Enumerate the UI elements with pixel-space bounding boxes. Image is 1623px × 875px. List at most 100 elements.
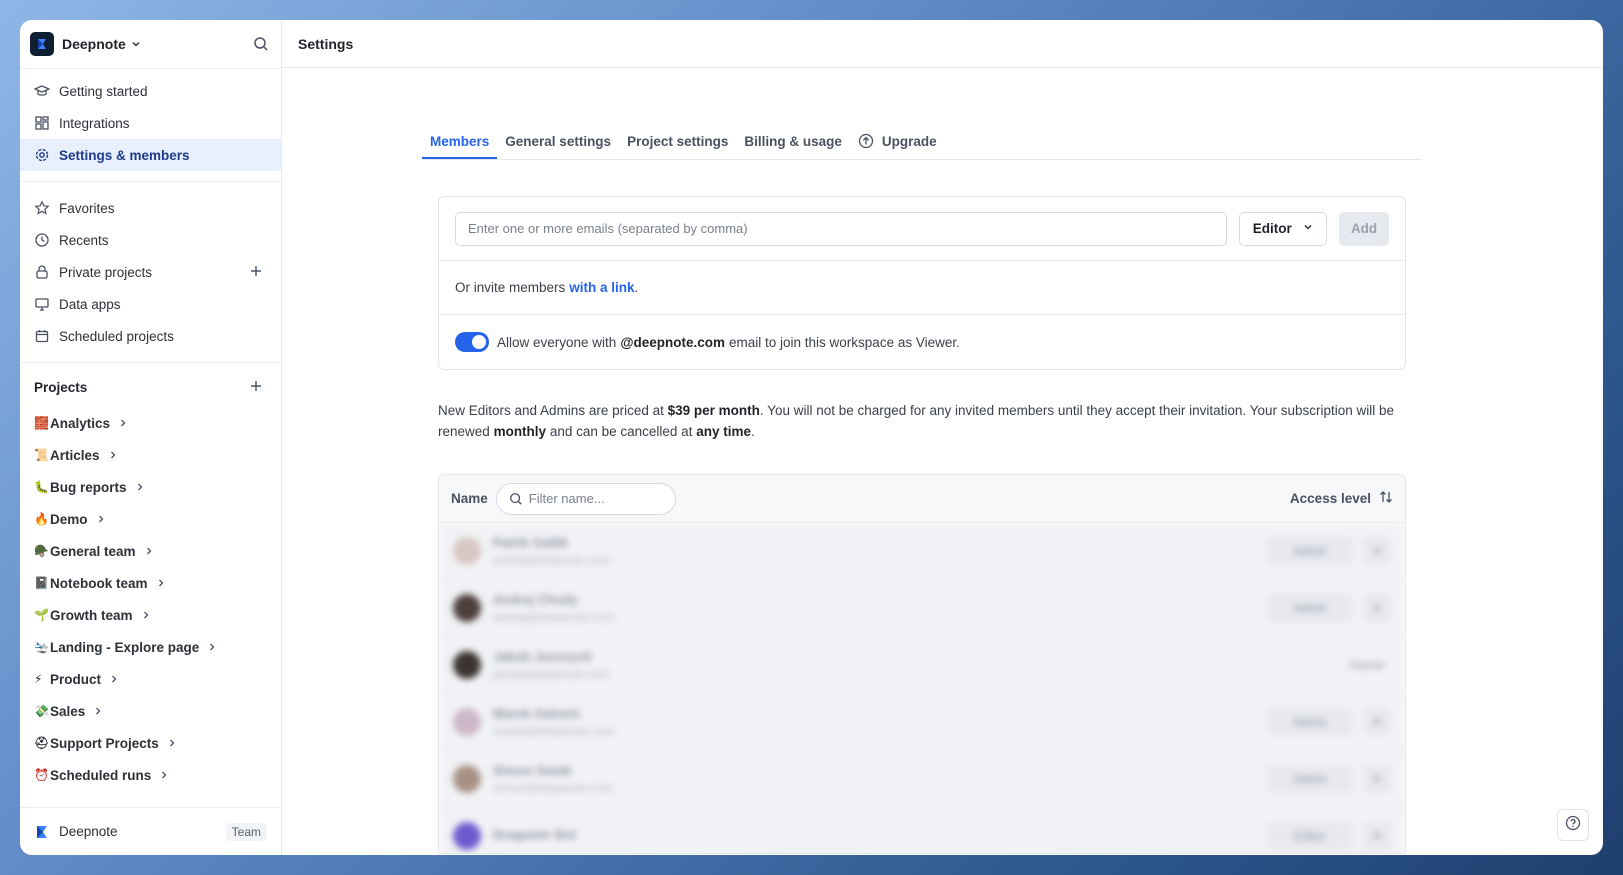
invite-role-select[interactable]: Editor: [1239, 211, 1328, 246]
member-email: marek@deepnote.com: [493, 724, 615, 738]
workspace-logo-icon[interactable]: [30, 32, 54, 56]
access-level-sort[interactable]: Access level: [1290, 490, 1393, 507]
tab-upgrade-label: Upgrade: [881, 133, 937, 149]
invite-link-suffix: .: [634, 280, 639, 295]
member-role-select[interactable]: Admin: [1267, 537, 1353, 565]
avatar: [453, 537, 481, 565]
chevron-right-icon[interactable]: [135, 482, 145, 492]
project-emoji: 📓: [34, 576, 49, 590]
chevron-right-icon[interactable]: [144, 546, 154, 556]
chevron-right-icon[interactable]: [108, 450, 118, 460]
add-project-icon[interactable]: [249, 379, 263, 396]
project-item[interactable]: 📓 Notebook team: [20, 567, 281, 599]
nav-item-label: Favorites: [59, 200, 115, 216]
member-row: Patrik Gallik patrik@deepnote.com Admin ✕: [439, 523, 1405, 580]
nav-item-getting-started[interactable]: Getting started: [20, 75, 281, 107]
main-content: Settings Members General settings Projec…: [282, 20, 1603, 855]
invite-email-input[interactable]: [455, 211, 1228, 246]
project-label: Support Projects: [50, 735, 159, 751]
tab-members[interactable]: Members: [422, 134, 498, 159]
project-item[interactable]: ⏰ Scheduled runs: [20, 759, 281, 791]
project-item[interactable]: ⛑ Support Projects: [20, 727, 281, 759]
project-label: Scheduled runs: [50, 767, 152, 783]
chevron-right-icon[interactable]: [96, 514, 106, 524]
remove-member-icon[interactable]: ✕: [1363, 765, 1391, 793]
project-item[interactable]: 🌱 Growth team: [20, 599, 281, 631]
workspace-name[interactable]: Deepnote: [62, 36, 126, 52]
add-private-project-icon[interactable]: [249, 264, 263, 281]
project-emoji: 🔥: [34, 512, 49, 526]
tab-general-settings[interactable]: General settings: [497, 134, 619, 159]
search-icon[interactable]: [253, 36, 269, 52]
member-role-select[interactable]: Admin: [1267, 594, 1353, 622]
nav-item-private-projects[interactable]: Private projects: [20, 256, 281, 288]
domain-join-suffix: email to join this workspace as Viewer.: [729, 334, 960, 350]
help-button[interactable]: [1557, 809, 1589, 841]
chevron-down-icon[interactable]: [130, 38, 142, 50]
nav-item-label: Integrations: [59, 115, 130, 131]
topbar: Settings: [282, 20, 1603, 68]
project-item[interactable]: 🐛 Bug reports: [20, 471, 281, 503]
avatar: [453, 708, 481, 736]
chevron-right-icon[interactable]: [207, 642, 217, 652]
member-info: Jakub Jurovych jakub@deepnote.com: [493, 649, 610, 681]
pricing-text-1: New Editors and Admins are priced at: [438, 403, 664, 418]
filter-name-input[interactable]: Filter name...: [495, 482, 676, 515]
project-item[interactable]: ⚡ Product: [20, 663, 281, 695]
sidebar-footer[interactable]: Deepnote Team: [20, 807, 281, 855]
project-label: Product: [50, 671, 102, 687]
add-member-button[interactable]: Add: [1339, 211, 1390, 246]
chevron-right-icon[interactable]: [141, 610, 151, 620]
member-info: Dragomir Bot: [493, 827, 576, 845]
member-role-select[interactable]: Admin: [1267, 708, 1353, 736]
chevron-right-icon[interactable]: [118, 418, 128, 428]
nav-item-favorites[interactable]: Favorites: [20, 192, 281, 224]
project-item[interactable]: 🧱 Analytics: [20, 407, 281, 439]
projects-section-header: Projects: [20, 367, 281, 407]
domain-join-domain: @deepnote.com: [620, 334, 725, 350]
remove-member-icon[interactable]: ✕: [1363, 594, 1391, 622]
member-role-select[interactable]: Editor: [1267, 822, 1353, 850]
project-item[interactable]: 💸 Sales: [20, 695, 281, 727]
app-window: Deepnote Getting started Integrations Se…: [20, 20, 1603, 855]
invite-role-value: Editor: [1252, 221, 1292, 236]
nav-item-data-apps[interactable]: Data apps: [20, 288, 281, 320]
nav-item-integrations[interactable]: Integrations: [20, 107, 281, 139]
domain-join-toggle[interactable]: [455, 332, 489, 352]
pricing-period: monthly: [493, 424, 547, 439]
member-row: Jakub Jurovych jakub@deepnote.com Owner: [439, 637, 1405, 694]
chevron-right-icon[interactable]: [159, 770, 169, 780]
invite-with-link[interactable]: with a link: [569, 280, 634, 295]
nav-item-recents[interactable]: Recents: [20, 224, 281, 256]
pricing-price: $39 per month: [667, 403, 760, 418]
nav-item-scheduled-projects[interactable]: Scheduled projects: [20, 320, 281, 352]
member-role-select[interactable]: Admin: [1267, 765, 1353, 793]
project-item[interactable]: 🔥 Demo: [20, 503, 281, 535]
settings-tabs: Members General settings Project setting…: [422, 124, 1422, 160]
nav-item-label: Settings & members: [59, 147, 190, 163]
chevron-right-icon[interactable]: [167, 738, 177, 748]
project-item[interactable]: 🛬 Landing - Explore page: [20, 631, 281, 663]
tab-billing-usage[interactable]: Billing & usage: [736, 134, 850, 159]
chevron-right-icon[interactable]: [156, 578, 166, 588]
remove-member-icon[interactable]: ✕: [1363, 708, 1391, 736]
pricing-text-4: .: [750, 424, 755, 439]
tab-upgrade[interactable]: Upgrade: [850, 133, 945, 159]
pricing-when: any time: [696, 424, 751, 439]
domain-join-row: Allow everyone with @deepnote.com email …: [439, 315, 1405, 369]
monitor-icon: [34, 296, 50, 312]
nav-item-settings-members[interactable]: Settings & members: [20, 139, 281, 171]
project-emoji: 🌱: [34, 608, 49, 622]
lock-icon: [34, 264, 50, 280]
graduation-cap-icon: [34, 83, 50, 99]
tab-project-settings[interactable]: Project settings: [619, 134, 736, 159]
project-item[interactable]: 🪖 General team: [20, 535, 281, 567]
gear-icon: [34, 147, 50, 163]
remove-member-icon[interactable]: ✕: [1363, 822, 1391, 850]
project-label: Growth team: [50, 607, 133, 623]
sidebar: Deepnote Getting started Integrations Se…: [20, 20, 282, 855]
remove-member-icon[interactable]: ✕: [1363, 537, 1391, 565]
chevron-right-icon[interactable]: [93, 706, 103, 716]
chevron-right-icon[interactable]: [109, 674, 119, 684]
project-item[interactable]: 📜 Articles: [20, 439, 281, 471]
